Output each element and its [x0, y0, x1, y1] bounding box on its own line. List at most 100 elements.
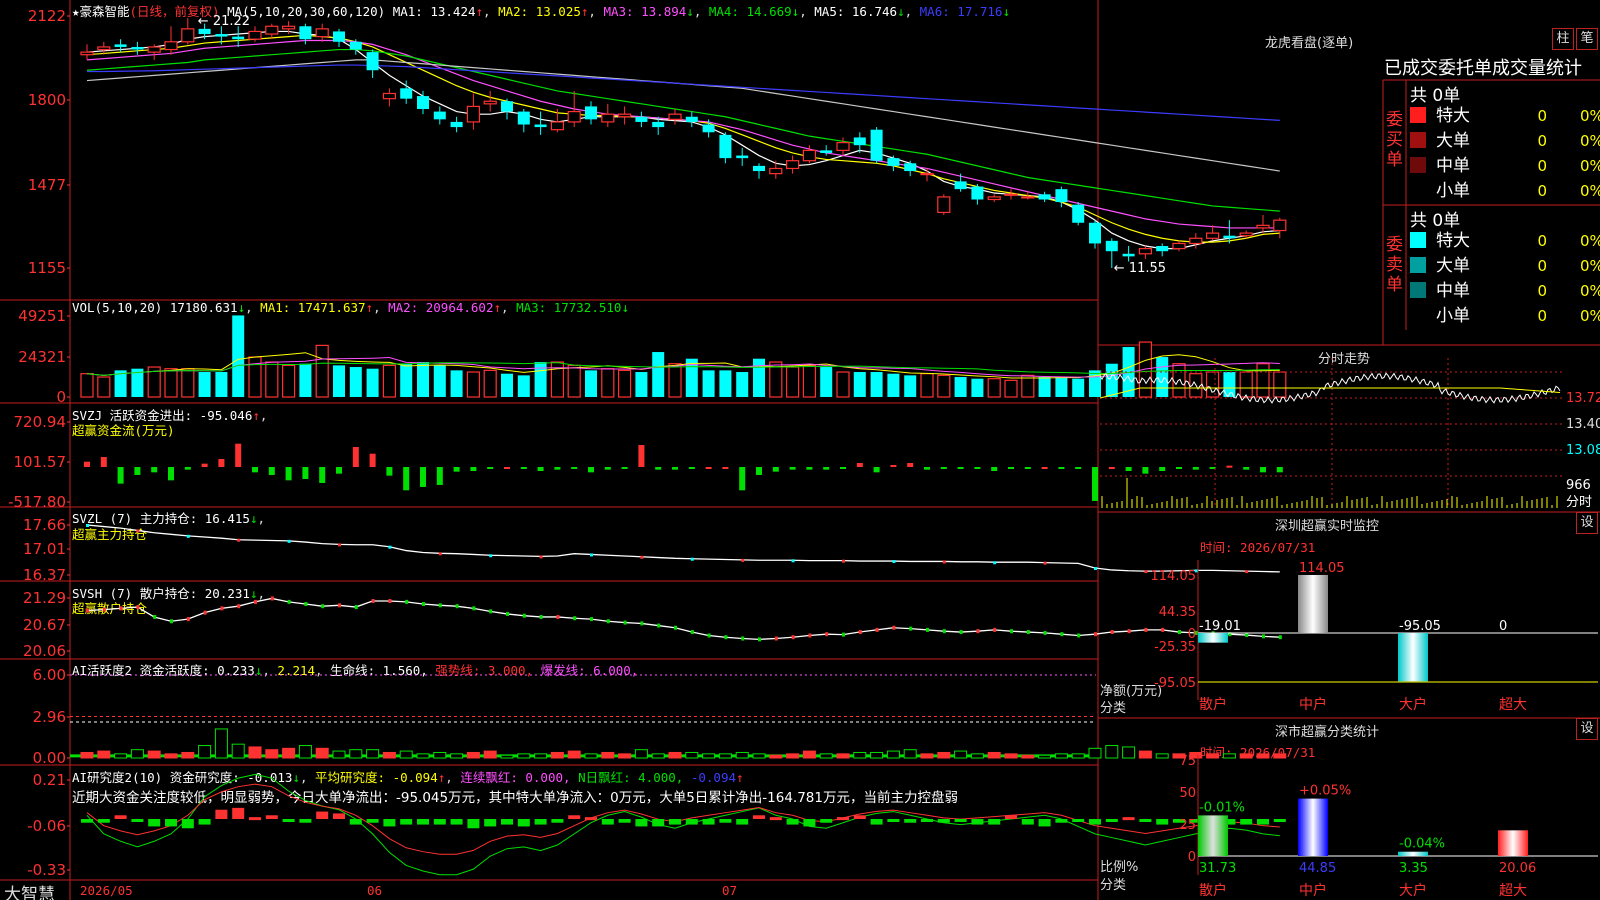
svzj-bar — [907, 463, 914, 467]
svsh-dot — [203, 610, 207, 615]
svzj-bar — [1092, 467, 1098, 501]
svzj-bar — [336, 467, 342, 474]
ai1-bar — [315, 747, 329, 759]
sell-row-pct: 0% — [1580, 232, 1600, 250]
svsh-dot — [875, 627, 879, 632]
ai2-bar — [837, 817, 849, 821]
vol-bar — [1004, 379, 1018, 398]
vol-bar — [466, 371, 480, 398]
ai1-bar — [836, 753, 850, 759]
class-bar — [1298, 798, 1328, 856]
svzl-dot — [892, 560, 896, 564]
class-pct-value: 3.35 — [1399, 861, 1428, 876]
candle-body-up — [466, 105, 480, 123]
svzj-bar — [1108, 467, 1115, 469]
svzj-bar — [856, 463, 863, 467]
vol-bar — [501, 373, 513, 397]
main-y-tick: 1477 — [28, 176, 66, 194]
main-y-tick: 2122 — [28, 7, 66, 25]
ai2-bar — [736, 819, 749, 825]
svzl-dot — [338, 543, 341, 547]
candle-body-up — [97, 46, 111, 51]
vol-bar — [1273, 371, 1287, 398]
svzl-dot — [287, 539, 291, 543]
ai1-bar — [1155, 753, 1169, 759]
ai2-bar — [114, 815, 127, 819]
ai2-bar — [450, 819, 463, 825]
monitor-y-tick: -95.05 — [1154, 676, 1196, 691]
class-y-tick: 50 — [1179, 786, 1196, 801]
vol-y-tick: 24321 — [18, 348, 66, 366]
svsh-dot — [1144, 627, 1148, 632]
svzl-y-tick: 17.01 — [23, 540, 66, 558]
svzl-dot — [388, 545, 392, 549]
vol-bar — [736, 372, 749, 397]
candle-body-down — [685, 116, 698, 122]
svzj-bar — [352, 447, 359, 467]
ai2-bar — [870, 819, 883, 825]
ai2-bar — [383, 819, 396, 827]
svsh-dot — [220, 606, 224, 611]
vol-bar — [1055, 377, 1068, 397]
svsh-dot — [338, 603, 341, 608]
candle-body-down — [433, 111, 446, 120]
svsh-dot — [170, 619, 173, 624]
buy-row-name: 特大 — [1436, 106, 1470, 126]
ai2-bar — [618, 819, 631, 823]
svsh-y-tick: 20.06 — [23, 642, 66, 660]
svzj-bar — [403, 467, 410, 491]
candle-body-up — [1205, 232, 1220, 239]
svzj-y-tick: -517.80 — [8, 493, 66, 511]
buy-row-name: 中单 — [1436, 156, 1470, 176]
ai1-bar — [550, 751, 564, 759]
svsh-dot — [388, 599, 392, 604]
ai1-bar — [987, 751, 1001, 759]
ai2-bar — [165, 819, 177, 827]
vol-bar — [1256, 363, 1270, 398]
sell-row-swatch — [1410, 232, 1426, 248]
svzl-dot — [539, 555, 543, 559]
svzj-bar — [789, 467, 796, 470]
ai1-bar — [80, 751, 94, 759]
svsh-dot — [842, 632, 845, 637]
svzj-bar — [201, 463, 208, 467]
svsh-y-tick: 21.29 — [23, 589, 66, 607]
svzj-bar — [436, 467, 443, 485]
svzj-bar — [252, 467, 258, 473]
svzj-bar — [134, 467, 141, 475]
candle-body-up — [382, 92, 396, 100]
ai1-bar — [786, 753, 800, 759]
vol-bar — [719, 370, 732, 397]
vol-bar — [483, 369, 497, 398]
vol-bar — [652, 352, 665, 397]
svsh-dot — [1245, 633, 1249, 638]
vol-bar — [1038, 377, 1051, 397]
svsh-dot — [993, 627, 997, 632]
vol-bar — [382, 364, 396, 398]
buy-row-swatch — [1410, 132, 1426, 148]
svzj-bar — [100, 457, 107, 467]
svsh-dot — [976, 629, 980, 634]
candle-body-up — [668, 113, 682, 120]
monitor-bar — [1198, 633, 1228, 643]
candle-body-up — [181, 28, 195, 43]
svsh-dot — [926, 627, 929, 632]
svzj-bar — [420, 467, 426, 487]
candle-body-down — [114, 44, 127, 47]
vol-bar — [1205, 371, 1220, 398]
svzl-dot — [993, 561, 997, 565]
sell-row-name: 中单 — [1436, 281, 1470, 301]
svzj-bar — [873, 467, 880, 473]
fenshi-tick: 13.40 — [1566, 417, 1600, 432]
fenshi-tick: 分时 — [1566, 495, 1592, 510]
svsh-dot — [707, 633, 711, 638]
class-category: 中户 — [1299, 882, 1327, 899]
svsh-dot — [1026, 630, 1030, 635]
ma-line-ma1 — [86, 30, 1280, 250]
monitor-y-tick: -25.35 — [1154, 640, 1196, 655]
monitor-y-tick: 44.35 — [1159, 605, 1196, 620]
ai2-bar — [887, 819, 900, 822]
svzj-bar — [974, 467, 981, 469]
candle-body-down — [635, 116, 648, 122]
ai2-bar — [282, 819, 295, 822]
